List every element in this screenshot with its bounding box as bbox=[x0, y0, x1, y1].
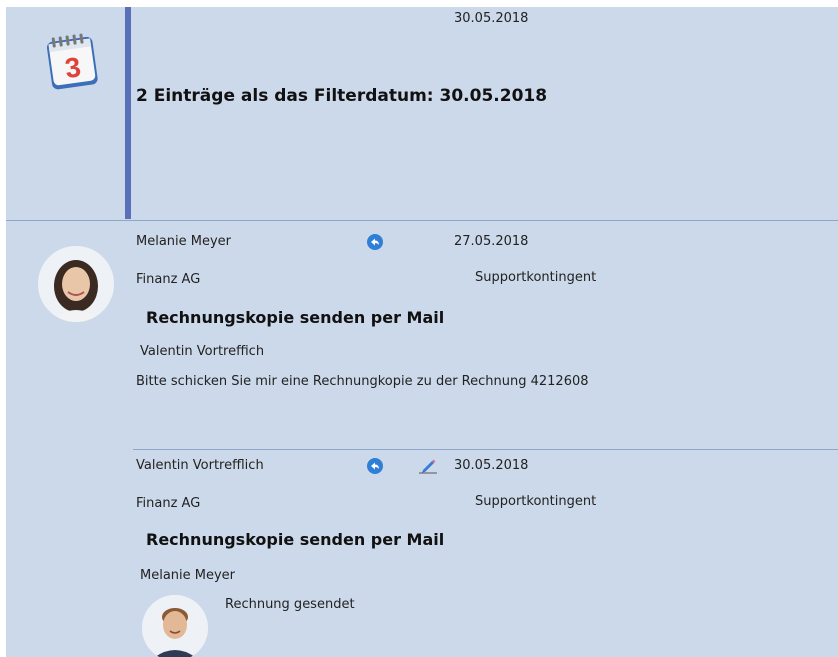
entry-subject[interactable]: Rechnungskopie senden per Mail bbox=[146, 308, 444, 327]
entry-author[interactable]: Valentin Vortrefflich bbox=[136, 458, 264, 473]
avatar-melanie bbox=[38, 246, 114, 322]
accent-bar bbox=[125, 7, 131, 219]
entry-divider bbox=[133, 449, 838, 450]
entry-category: Supportkontingent bbox=[475, 270, 597, 285]
entry-date: 30.05.2018 bbox=[454, 458, 529, 473]
edit-pencil-icon[interactable] bbox=[417, 458, 439, 474]
entry-author[interactable]: Melanie Meyer bbox=[136, 234, 231, 249]
entry-subject[interactable]: Rechnungskopie senden per Mail bbox=[146, 530, 444, 549]
activity-list-panel: 3 30.05.2018 2 Einträge als das Filterda… bbox=[6, 7, 838, 657]
header-divider bbox=[6, 220, 838, 221]
person-avatar-icon bbox=[142, 595, 208, 657]
entry-body: Bitte schicken Sie mir eine Rechnungkopi… bbox=[136, 374, 589, 389]
entry-body: Rechnung gesendet bbox=[225, 597, 355, 612]
header-date: 30.05.2018 bbox=[454, 11, 529, 26]
person-avatar-icon bbox=[38, 246, 114, 322]
avatar-valentin bbox=[142, 595, 208, 657]
reply-icon[interactable] bbox=[367, 458, 383, 474]
entry-company[interactable]: Finanz AG bbox=[136, 496, 200, 511]
calendar-icon: 3 bbox=[46, 33, 98, 90]
reply-icon[interactable] bbox=[367, 234, 383, 250]
filter-summary-title: 2 Einträge als das Filterdatum: 30.05.20… bbox=[136, 86, 548, 106]
entry-recipient: Melanie Meyer bbox=[140, 568, 236, 583]
entry-date: 27.05.2018 bbox=[454, 234, 529, 249]
entry-category: Supportkontingent bbox=[475, 494, 597, 509]
entry-recipient: Valentin Vortreffich bbox=[140, 344, 265, 359]
entry-company[interactable]: Finanz AG bbox=[136, 272, 200, 287]
